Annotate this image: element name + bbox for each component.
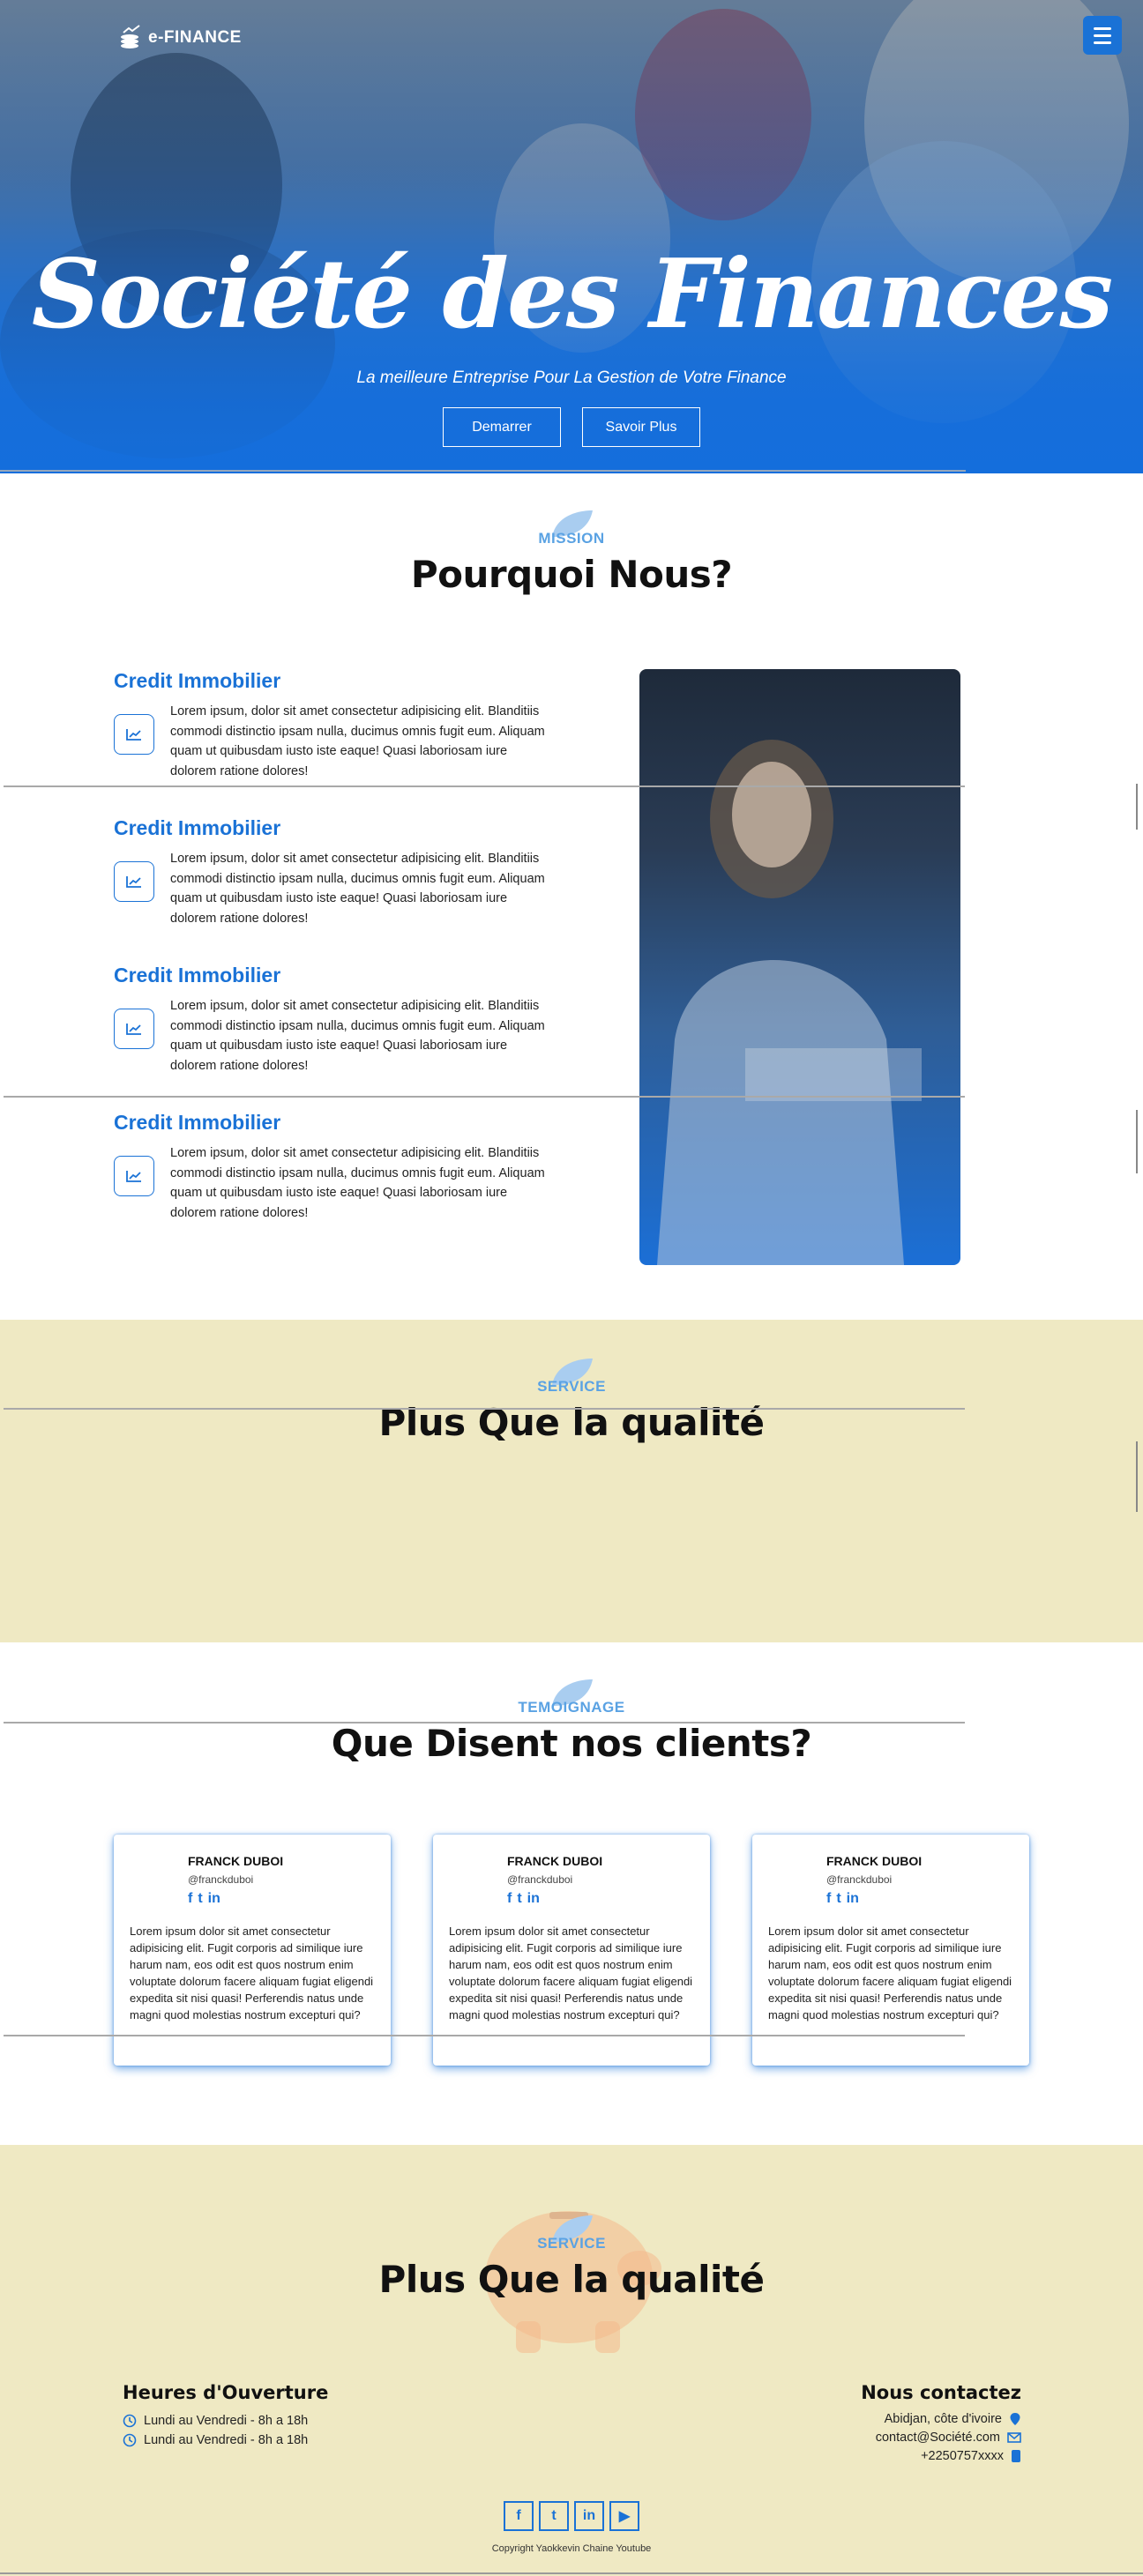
linkedin-icon[interactable]: in — [847, 1891, 859, 1907]
mission-section: MISSION Pourquoi Nous? Credit Immobilier… — [0, 473, 1143, 1320]
linkedin-icon[interactable]: in — [527, 1891, 540, 1907]
twitter-icon[interactable]: t — [539, 2501, 569, 2531]
testimonials-section: TEMOIGNAGE Que Disent nos clients? FRANC… — [0, 1642, 1143, 2145]
envelope-icon — [1007, 2432, 1021, 2443]
menu-icon — [1094, 26, 1111, 30]
hours-title: Heures d'Ouverture — [123, 2382, 329, 2403]
testimonial-text: Lorem ipsum dolor sit amet consectetur a… — [449, 1925, 693, 2021]
feature-title: Credit Immobilier — [114, 816, 281, 839]
brand-logo[interactable]: e-FINANCE — [118, 25, 242, 51]
feature-list: Credit Immobilier Lorem ipsum, dolor sit… — [114, 669, 555, 1258]
start-button[interactable]: Demarrer — [443, 407, 561, 447]
menu-button[interactable] — [1083, 16, 1122, 55]
feature-text: Lorem ipsum, dolor sit amet consectetur … — [170, 1146, 545, 1220]
twitter-icon[interactable]: t — [198, 1891, 202, 1907]
chart-line-icon — [114, 1156, 154, 1196]
phone-text[interactable]: +2250757xxxx — [921, 2449, 1004, 2463]
section-title: Que Disent nos clients? — [331, 1722, 812, 1765]
chart-line-icon — [114, 861, 154, 902]
section-title: Pourquoi Nous? — [410, 553, 733, 596]
footer: SERVICE Plus Que la qualité Heures d'Ouv… — [0, 2145, 1143, 2576]
clock-icon — [123, 2414, 137, 2428]
opening-hours: Heures d'Ouverture Lundi au Vendredi - 8… — [123, 2382, 328, 2447]
facebook-icon[interactable]: f — [188, 1891, 192, 1907]
hero-banner: e-FINANCE Société des Finances La meille… — [0, 0, 1143, 473]
feature-item: Credit Immobilier Lorem ipsum, dolor sit… — [114, 669, 555, 816]
hero-title: Société des Finances — [31, 239, 1113, 350]
feature-title: Credit Immobilier — [114, 964, 281, 986]
client-name: FRANCK DUBOI — [507, 1854, 603, 1868]
twitter-icon[interactable]: t — [517, 1891, 521, 1907]
chart-line-icon — [114, 714, 154, 755]
facebook-icon[interactable]: f — [507, 1891, 512, 1907]
address-text: Abidjan, côte d'ivoire — [884, 2412, 1002, 2426]
client-name: FRANCK DUBOI — [826, 1854, 923, 1868]
feature-title: Credit Immobilier — [114, 669, 281, 692]
chart-line-icon — [114, 1009, 154, 1049]
linkedin-icon[interactable]: in — [208, 1891, 220, 1907]
testimonial-text: Lorem ipsum dolor sit amet consectetur a… — [130, 1925, 374, 2021]
facebook-icon[interactable]: f — [826, 1891, 831, 1907]
learn-more-button[interactable]: Savoir Plus — [582, 407, 700, 447]
youtube-icon[interactable]: ▶ — [609, 2501, 639, 2531]
feature-item: Credit Immobilier Lorem ipsum, dolor sit… — [114, 964, 555, 1111]
contact-info: Nous contactez Abidjan, côte d'ivoire co… — [861, 2382, 1021, 2463]
section-label: SERVICE — [537, 2235, 606, 2252]
feature-text: Lorem ipsum, dolor sit amet consectetur … — [170, 999, 545, 1073]
feature-title: Credit Immobilier — [114, 1111, 281, 1134]
copyright-text: Copyright Yaokkevin Chaine Youtube — [491, 2543, 652, 2554]
client-name: FRANCK DUBOI — [188, 1854, 284, 1868]
feature-text: Lorem ipsum, dolor sit amet consectetur … — [170, 852, 545, 926]
clock-icon — [123, 2433, 137, 2447]
logo-coins-icon — [121, 25, 140, 48]
email-text[interactable]: contact@Société.com — [876, 2431, 1000, 2445]
linkedin-icon[interactable]: in — [574, 2501, 604, 2531]
service-section: SERVICE Plus Que la qualité — [0, 1320, 1143, 1642]
section-label: SERVICE — [537, 1378, 606, 1395]
feature-item: Credit Immobilier Lorem ipsum, dolor sit… — [114, 1111, 555, 1258]
hours-text: Lundi au Vendredi - 8h a 18h — [144, 2414, 309, 2428]
testimonial-card: FRANCK DUBOI @franckduboi f t in Lorem i… — [433, 1835, 710, 2066]
section-label: TEMOIGNAGE — [518, 1699, 625, 1716]
footer-social-links: f t in ▶ — [0, 2501, 1143, 2531]
location-pin-icon — [1010, 2413, 1020, 2425]
testimonial-text: Lorem ipsum dolor sit amet consectetur a… — [768, 1925, 1012, 2021]
contact-title: Nous contactez — [861, 2382, 1021, 2403]
client-handle: @franckduboi — [507, 1873, 573, 1886]
twitter-icon[interactable]: t — [836, 1891, 840, 1907]
testimonial-card: FRANCK DUBOI @franckduboi f t in Lorem i… — [114, 1835, 391, 2066]
feature-text: Lorem ipsum, dolor sit amet consectetur … — [170, 704, 545, 778]
hero-subtitle: La meilleure Entreprise Pour La Gestion … — [356, 369, 787, 387]
client-handle: @franckduboi — [826, 1873, 893, 1886]
phone-icon — [1012, 2450, 1020, 2462]
brand-name: e-FINANCE — [148, 28, 242, 47]
facebook-icon[interactable]: f — [504, 2501, 534, 2531]
section-title: Plus Que la qualité — [378, 2258, 765, 2301]
woman-photo — [639, 669, 960, 1265]
feature-item: Credit Immobilier Lorem ipsum, dolor sit… — [114, 816, 555, 964]
testimonial-card: FRANCK DUBOI @franckduboi f t in Lorem i… — [752, 1835, 1029, 2066]
client-handle: @franckduboi — [188, 1873, 254, 1886]
hours-text: Lundi au Vendredi - 8h a 18h — [144, 2433, 309, 2447]
section-label: MISSION — [538, 530, 605, 547]
